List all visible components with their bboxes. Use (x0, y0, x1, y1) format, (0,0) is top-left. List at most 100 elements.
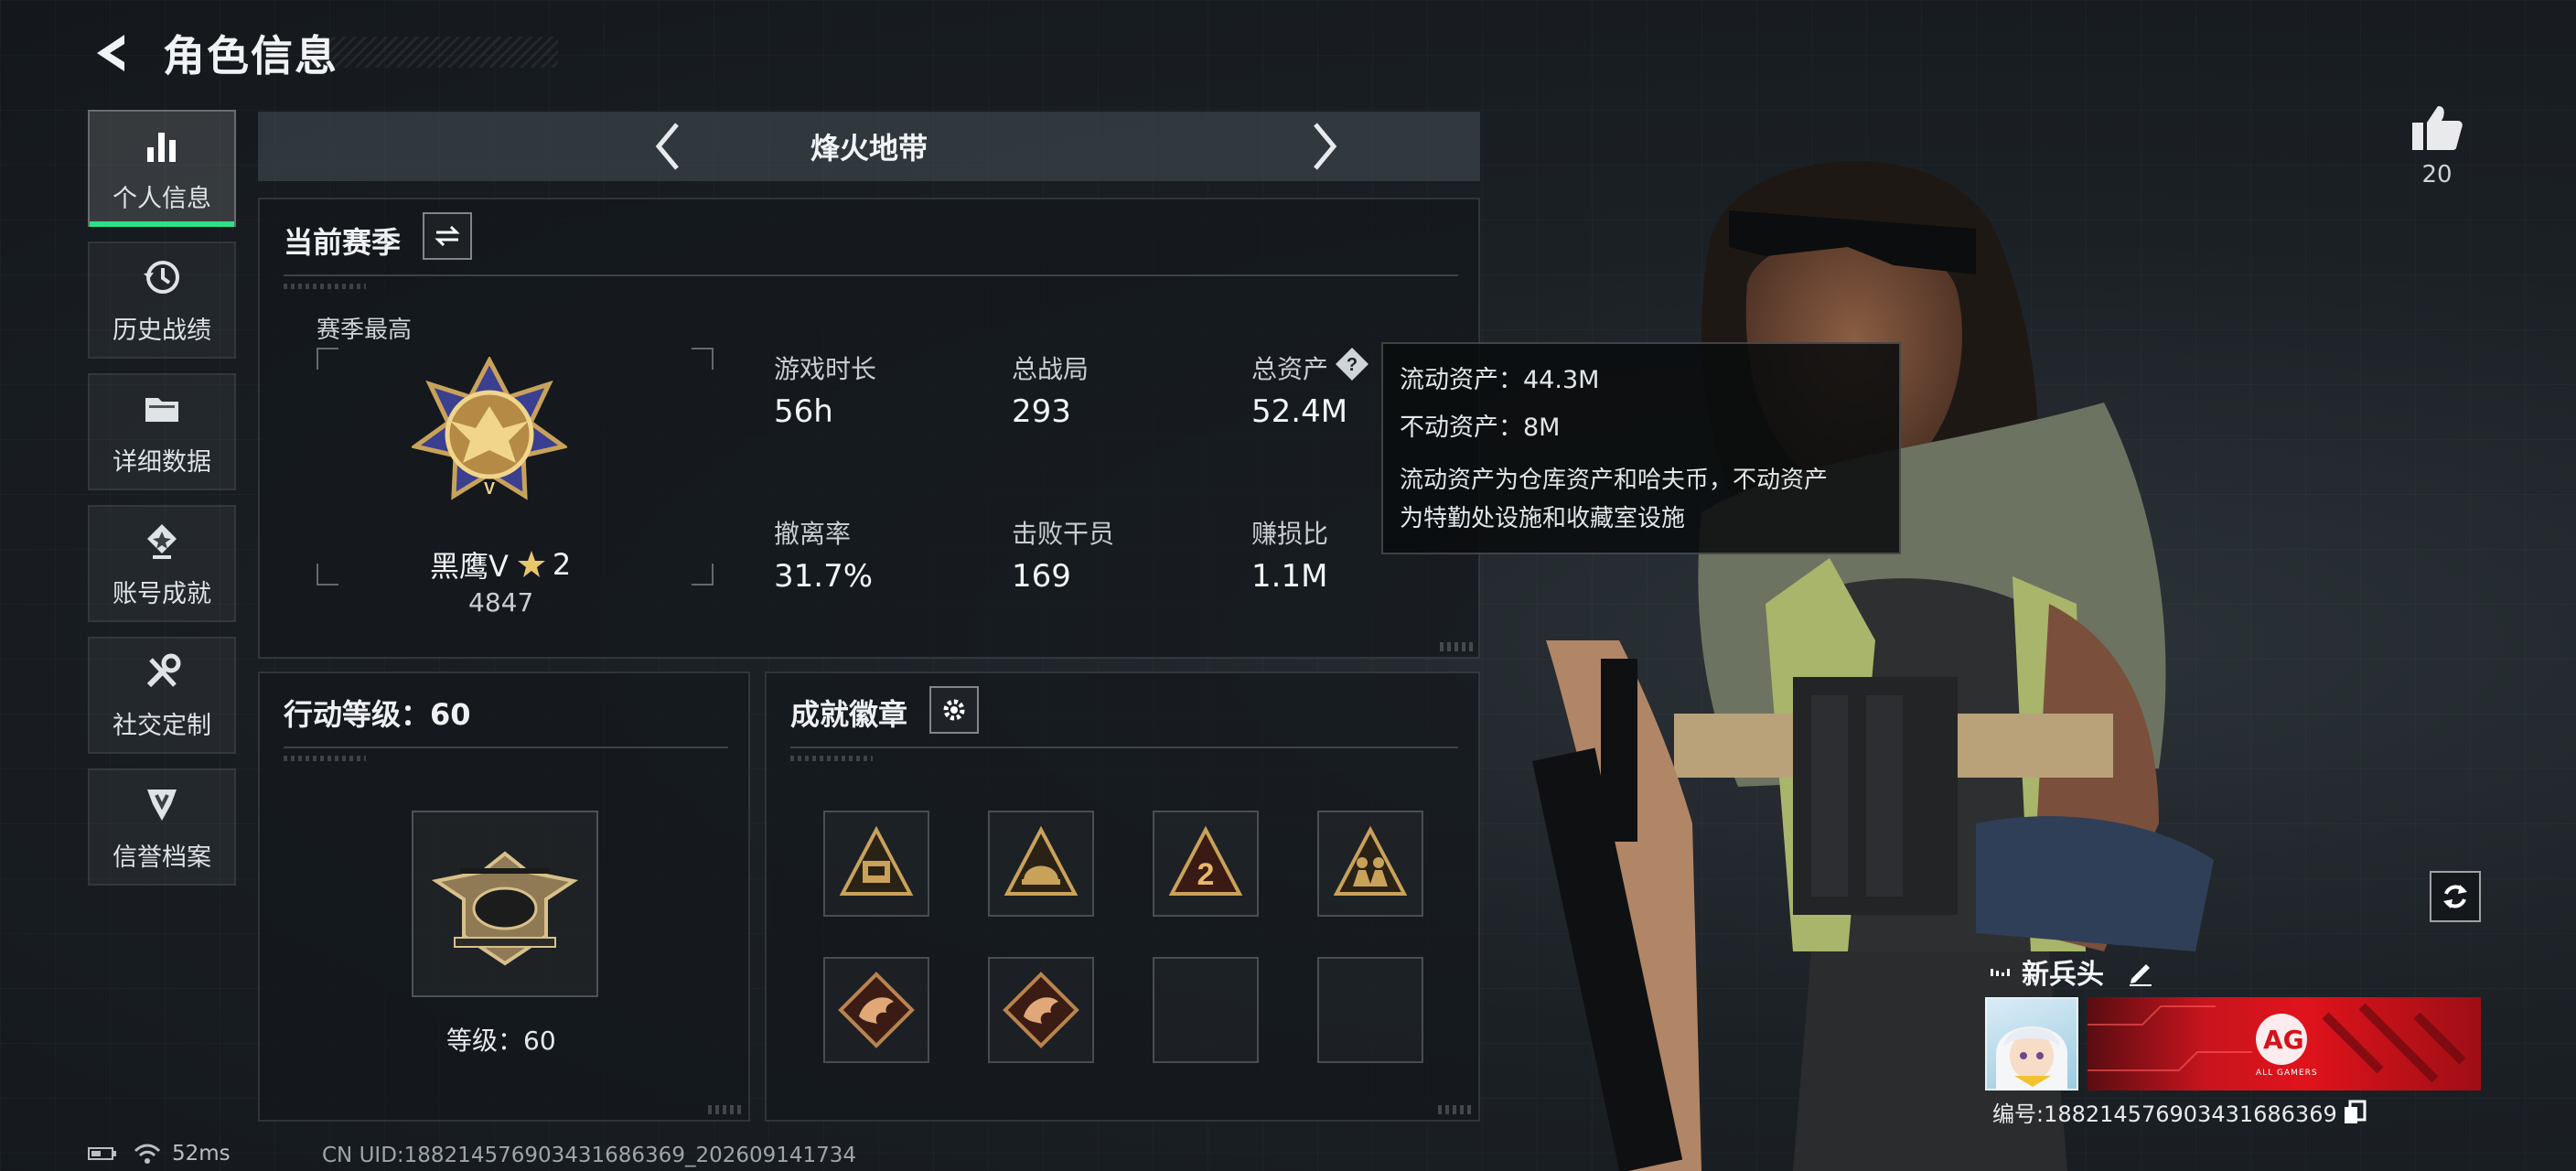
svg-text:2: 2 (1197, 857, 1215, 892)
sidebar-item-label: 详细数据 (113, 447, 211, 477)
back-arrow-icon[interactable] (88, 29, 135, 77)
divider (284, 274, 1458, 276)
reputation-shield-icon (147, 789, 177, 821)
achievement-icon (147, 523, 177, 559)
sidebar-item-social[interactable]: 社交定制 (88, 637, 236, 754)
stat-label-extraction-rate: 撤离率 (774, 519, 852, 549)
player-id-row: 编号:1882145769034316863​69 (1992, 1096, 2367, 1128)
edit-pencil-icon[interactable] (2126, 957, 2155, 986)
rank-title: 黑鹰V (430, 549, 509, 584)
frame-corner (692, 348, 714, 370)
header-decoration (302, 37, 558, 68)
sidebar: 个人信息 历史战绩 详细数据 账号成就 社交定制 信誉档案 (88, 110, 236, 900)
badge-slot[interactable] (1317, 811, 1423, 917)
wifi-icon (134, 1144, 161, 1164)
copy-icon[interactable] (2343, 1100, 2367, 1125)
badge-settings-button[interactable] (929, 686, 979, 734)
stat-label-operators-defeated: 击败干员 (1012, 519, 1115, 549)
level-emblem-frame (412, 811, 598, 997)
avatar-illustration (1996, 1026, 2067, 1089)
mode-title: 烽火地带 (810, 131, 928, 166)
divider (790, 747, 1458, 748)
refresh-icon (2443, 885, 2467, 908)
hatch-decoration (284, 756, 366, 761)
action-level-panel: 行动等级：60 等级：60 (258, 671, 750, 1122)
sidebar-item-detailed-data[interactable]: 详细数据 (88, 373, 236, 490)
helicopter-emblem-icon (431, 851, 579, 966)
season-title: 当前赛季 (284, 225, 402, 260)
player-name-row: 新兵头 (1991, 951, 2155, 992)
question-diamond-icon: ? (1336, 348, 1368, 381)
sidebar-item-achievements[interactable]: 账号成就 (88, 505, 236, 622)
rotate-character-button[interactable] (2430, 871, 2481, 922)
player-id: 编号:1882145769034316863​69 (1992, 1101, 2337, 1127)
stat-label-playtime: 游戏时长 (774, 354, 877, 384)
help-button[interactable]: ? (1334, 346, 1370, 382)
avatar[interactable] (1985, 997, 2078, 1090)
sidebar-item-history[interactable]: 历史战绩 (88, 242, 236, 359)
stat-value-extraction-rate: 31.7% (774, 558, 874, 595)
rank-stars: 2 (552, 547, 572, 582)
badge-number-2-icon: 2 (1168, 825, 1243, 896)
sidebar-item-personal-info[interactable]: 个人信息 (88, 110, 236, 227)
sidebar-item-label: 信誉档案 (113, 843, 211, 872)
stat-label-total-matches: 总战局 (1012, 354, 1089, 384)
assets-tooltip: 流动资产：44.3M 不动资产：8M 流动资产为仓库资产和哈夫币，不动资产 为特… (1381, 342, 1901, 554)
badge-slot[interactable] (988, 957, 1094, 1063)
player-banner: AG ALL GAMERS (2088, 997, 2481, 1090)
stat-label-total-assets: 总资产 (1251, 354, 1329, 384)
rank-emblem-icon: V (412, 357, 567, 500)
hatch-decoration (790, 756, 873, 761)
tooltip-description-line2: 为特勤处设施和收藏室设施 (1400, 505, 1686, 532)
history-clock-icon (144, 260, 179, 294)
banner-logo-subtext: ALL GAMERS (2256, 1069, 2318, 1078)
season-panel: 当前赛季 赛季最高 V 黑鹰V 2 4847 游戏时长 56h 总战局 293 … (258, 198, 1480, 659)
tooltip-description-line1: 流动资产为仓库资产和哈夫币，不动资产 (1400, 467, 1829, 494)
sidebar-item-label: 账号成就 (113, 579, 211, 608)
frame-corner (692, 564, 714, 586)
badge-soldiers-icon (1333, 825, 1408, 896)
season-high-label: 赛季最高 (317, 317, 413, 344)
stat-value-total-matches: 293 (1012, 393, 1071, 430)
empty-badge-slot[interactable] (1317, 957, 1423, 1063)
frame-corner (317, 348, 338, 370)
tooltip-fixed-assets: 不动资产：8M (1400, 414, 1561, 442)
sidebar-item-reputation[interactable]: 信誉档案 (88, 768, 236, 886)
uid-text: CN UID:18821457690343168636​9_2026091417… (322, 1144, 857, 1167)
stat-label-profit-ratio: 赚损比 (1251, 519, 1329, 549)
svg-text:?: ? (1347, 355, 1358, 375)
badge-slot[interactable] (823, 811, 929, 917)
badge-slot[interactable]: 2 (1153, 811, 1259, 917)
frame-corner (317, 564, 338, 586)
rank-score: 4847 (468, 587, 534, 618)
thumbs-up-icon (2412, 106, 2463, 150)
wrench-screwdriver-icon (146, 653, 181, 687)
stat-value-operators-defeated: 169 (1012, 558, 1071, 595)
empty-badge-slot[interactable] (1153, 957, 1259, 1063)
chevron-right-icon[interactable] (1306, 119, 1343, 174)
level-text: 等级：60 (446, 1026, 556, 1056)
folder-icon (145, 397, 178, 422)
corner-decoration (1438, 1105, 1471, 1114)
banner-logo-text: AG (2263, 1025, 2304, 1055)
badge-slot[interactable] (823, 957, 929, 1063)
name-prefix-decoration-icon (1991, 969, 2010, 976)
stat-value-profit-ratio: 1.1M (1251, 558, 1328, 595)
battery-icon (88, 1147, 116, 1160)
player-name: 新兵头 (2022, 959, 2104, 991)
badges-title: 成就徽章 (790, 697, 908, 732)
badge-dragon-icon (1003, 972, 1079, 1048)
ping-value: 52ms (172, 1142, 231, 1166)
rank-name: 黑鹰V 2 (430, 543, 571, 586)
chevron-left-icon[interactable] (649, 119, 686, 174)
gear-icon (943, 699, 965, 721)
sidebar-item-label: 社交定制 (113, 711, 211, 740)
badge-outpost-icon (839, 825, 914, 896)
mode-selector: 烽火地带 (258, 112, 1480, 181)
badge-slot[interactable] (988, 811, 1094, 917)
tooltip-liquid-assets: 流动资产：44.3M (1400, 366, 1600, 394)
like-button[interactable]: 20 (2410, 102, 2464, 188)
corner-decoration (708, 1105, 741, 1114)
swap-arrows-icon (435, 225, 460, 247)
switch-season-button[interactable] (423, 212, 472, 260)
